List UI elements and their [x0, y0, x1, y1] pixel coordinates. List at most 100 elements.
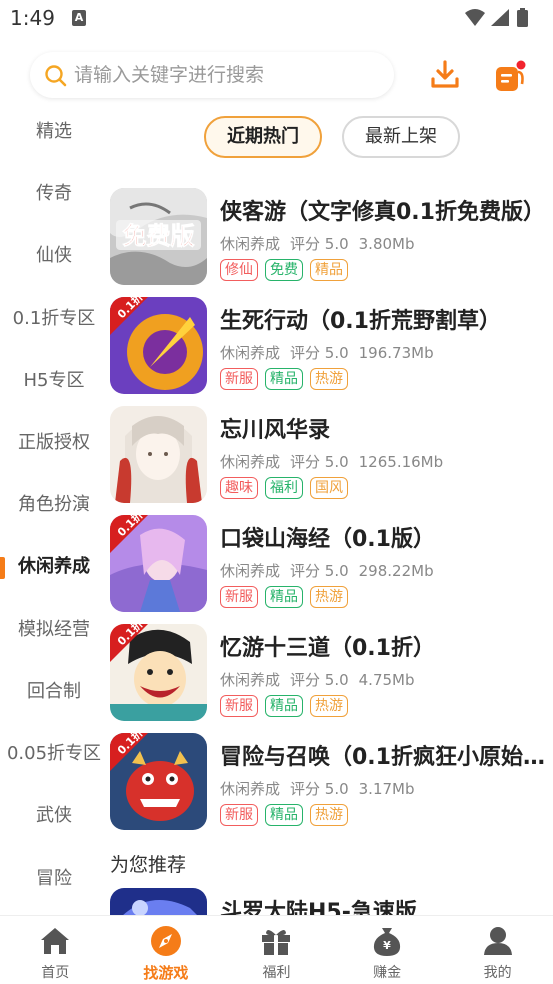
- game-tags: 新服 精品 热游: [220, 586, 348, 608]
- game-icon: 0.1折: [110, 624, 207, 721]
- sidebar-item-label: 休闲养成: [18, 556, 90, 577]
- game-size: 3.17Mb: [358, 780, 415, 798]
- home-icon: [41, 928, 70, 954]
- game-title: 斗罗大陆H5-急速版: [220, 900, 417, 915]
- tag: 修仙: [220, 259, 258, 281]
- game-category: 休闲养成: [220, 453, 281, 471]
- tag: 热游: [310, 804, 348, 826]
- search-box[interactable]: [30, 52, 394, 98]
- game-title: 冒险与召唤（0.1折疯狂小原始人）: [220, 745, 545, 770]
- sidebar-item-discount-005[interactable]: 0.05折专区: [0, 734, 108, 774]
- game-icon: [110, 888, 207, 915]
- nav-earn[interactable]: ¥ 赚金: [332, 916, 443, 984]
- game-list-item[interactable]: 斗罗大陆H5-急速版: [110, 888, 550, 915]
- sidebar-item-discount-01[interactable]: 0.1折专区: [0, 299, 108, 339]
- sidebar-item-featured[interactable]: 精选: [0, 112, 108, 152]
- sidebar-item-rpg[interactable]: 角色扮演: [0, 485, 108, 525]
- game-tags: 新服 精品 热游: [220, 804, 348, 826]
- tag: 趣味: [220, 477, 258, 499]
- game-rating: 评分 5.0: [290, 780, 349, 798]
- nav-home[interactable]: 首页: [0, 916, 111, 984]
- sidebar-item-label: H5专区: [23, 370, 85, 391]
- tag: 免费: [265, 259, 303, 281]
- status-icons: [465, 8, 528, 27]
- game-rating: 评分 5.0: [290, 562, 349, 580]
- nav-label: 首页: [41, 965, 70, 981]
- tab-newest[interactable]: 最新上架: [342, 116, 460, 158]
- game-meta: 休闲养成 评分 5.0 3.17Mb: [220, 778, 425, 799]
- game-list-item[interactable]: 0.1折 口袋山海经（0.1版） 休闲养成 评分 5.0 298.22Mb 新服 精…: [110, 515, 550, 615]
- game-tags: 新服 精品 热游: [220, 695, 348, 717]
- wifi-icon: [465, 9, 485, 26]
- nav-label: 我的: [483, 965, 512, 981]
- sidebar-item-label: 精选: [36, 121, 72, 142]
- sidebar-item-label: 回合制: [27, 681, 81, 702]
- tag: 精品: [310, 259, 348, 281]
- game-list-item[interactable]: 0.1折 生死行动（0.1折荒野割草） 休闲养成 评分 5.0 196.73Mb 新…: [110, 297, 550, 397]
- status-bar: 1:49 A: [0, 0, 553, 40]
- nav-label: 福利: [262, 965, 291, 981]
- tag: 精品: [265, 695, 303, 717]
- sidebar-item-legend[interactable]: 传奇: [0, 174, 108, 214]
- sidebar-item-licensed[interactable]: 正版授权: [0, 423, 108, 463]
- tag: 精品: [265, 368, 303, 390]
- compass-icon: [150, 926, 181, 956]
- game-icon: 免费版: [110, 188, 207, 285]
- recommend-heading: 为您推荐: [110, 854, 187, 876]
- game-title: 口袋山海经（0.1版）: [220, 527, 435, 552]
- game-title: 忆游十三道（0.1折）: [220, 636, 435, 661]
- message-icon[interactable]: [493, 60, 527, 94]
- tag: 新服: [220, 368, 258, 390]
- game-tags: 修仙 免费 精品: [220, 259, 348, 281]
- nav-welfare[interactable]: 福利: [221, 916, 332, 984]
- game-category: 休闲养成: [220, 562, 281, 580]
- tab-recent-hot[interactable]: 近期热门: [204, 116, 322, 158]
- coin-bag-icon: ¥: [374, 928, 401, 956]
- nav-label: 找游戏: [143, 964, 189, 982]
- game-category: 休闲养成: [220, 235, 281, 253]
- tag: 新服: [220, 804, 258, 826]
- game-list-item[interactable]: 0.1折 冒险与召唤（0.1折疯狂小原始人） 休闲养成 评分 5.0 3.17Mb …: [110, 733, 550, 833]
- download-icon[interactable]: [428, 58, 462, 92]
- tag: 国风: [310, 477, 348, 499]
- status-time: 1:49: [10, 6, 55, 30]
- sidebar-item-label: 0.05折专区: [6, 743, 102, 764]
- gift-icon: [262, 929, 291, 955]
- tag: 新服: [220, 586, 258, 608]
- game-list-item[interactable]: 0.1折 忆游十三道（0.1折） 休闲养成 评分 5.0 4.75Mb 新服 精品 …: [110, 624, 550, 724]
- sidebar-item-label: 角色扮演: [18, 494, 90, 515]
- game-meta: 休闲养成 评分 5.0 196.73Mb: [220, 342, 444, 363]
- game-size: 1265.16Mb: [358, 453, 444, 471]
- bottom-nav: 首页 找游戏 福利 ¥ 赚金 我的: [0, 915, 553, 984]
- tag: 新服: [220, 695, 258, 717]
- game-size: 3.80Mb: [358, 235, 415, 253]
- game-title: 忘川风华录: [220, 418, 331, 443]
- game-icon: 0.1折: [110, 515, 207, 612]
- game-list-item[interactable]: 免费版 侠客游（文字修真0.1折免费版） 休闲养成 评分 5.0 3.80Mb 修仙…: [110, 188, 550, 288]
- search-input[interactable]: [74, 60, 384, 90]
- sidebar-item-xianxia[interactable]: 仙侠: [0, 236, 108, 276]
- sidebar-item-adventure[interactable]: 冒险: [0, 859, 108, 899]
- tag: 热游: [310, 695, 348, 717]
- nav-mine[interactable]: 我的: [442, 916, 553, 984]
- tag: 热游: [310, 368, 348, 390]
- svg-text:¥: ¥: [383, 939, 391, 952]
- game-meta: 休闲养成 评分 5.0 4.75Mb: [220, 669, 425, 690]
- game-icon: [110, 406, 207, 503]
- search-icon: [45, 65, 67, 87]
- game-tags: 新服 精品 热游: [220, 368, 348, 390]
- nav-label: 赚金: [373, 965, 402, 981]
- nav-find-games[interactable]: 找游戏: [111, 916, 222, 984]
- sidebar-item-turn-based[interactable]: 回合制: [0, 672, 108, 712]
- game-list-item[interactable]: 忘川风华录 休闲养成 评分 5.0 1265.16Mb 趣味 福利 国风: [110, 406, 550, 506]
- tag: 精品: [265, 586, 303, 608]
- game-rating: 评分 5.0: [290, 671, 349, 689]
- notification-a-icon: A: [72, 10, 86, 26]
- sidebar-item-label: 武侠: [36, 805, 72, 826]
- sidebar-item-simulation[interactable]: 模拟经营: [0, 610, 108, 650]
- sidebar-item-label: 0.1折专区: [12, 308, 96, 329]
- sidebar-item-casual[interactable]: 休闲养成: [0, 547, 108, 587]
- sidebar-item-label: 正版授权: [18, 432, 90, 453]
- sidebar-item-wuxia[interactable]: 武侠: [0, 796, 108, 836]
- sidebar-item-h5[interactable]: H5专区: [0, 361, 108, 401]
